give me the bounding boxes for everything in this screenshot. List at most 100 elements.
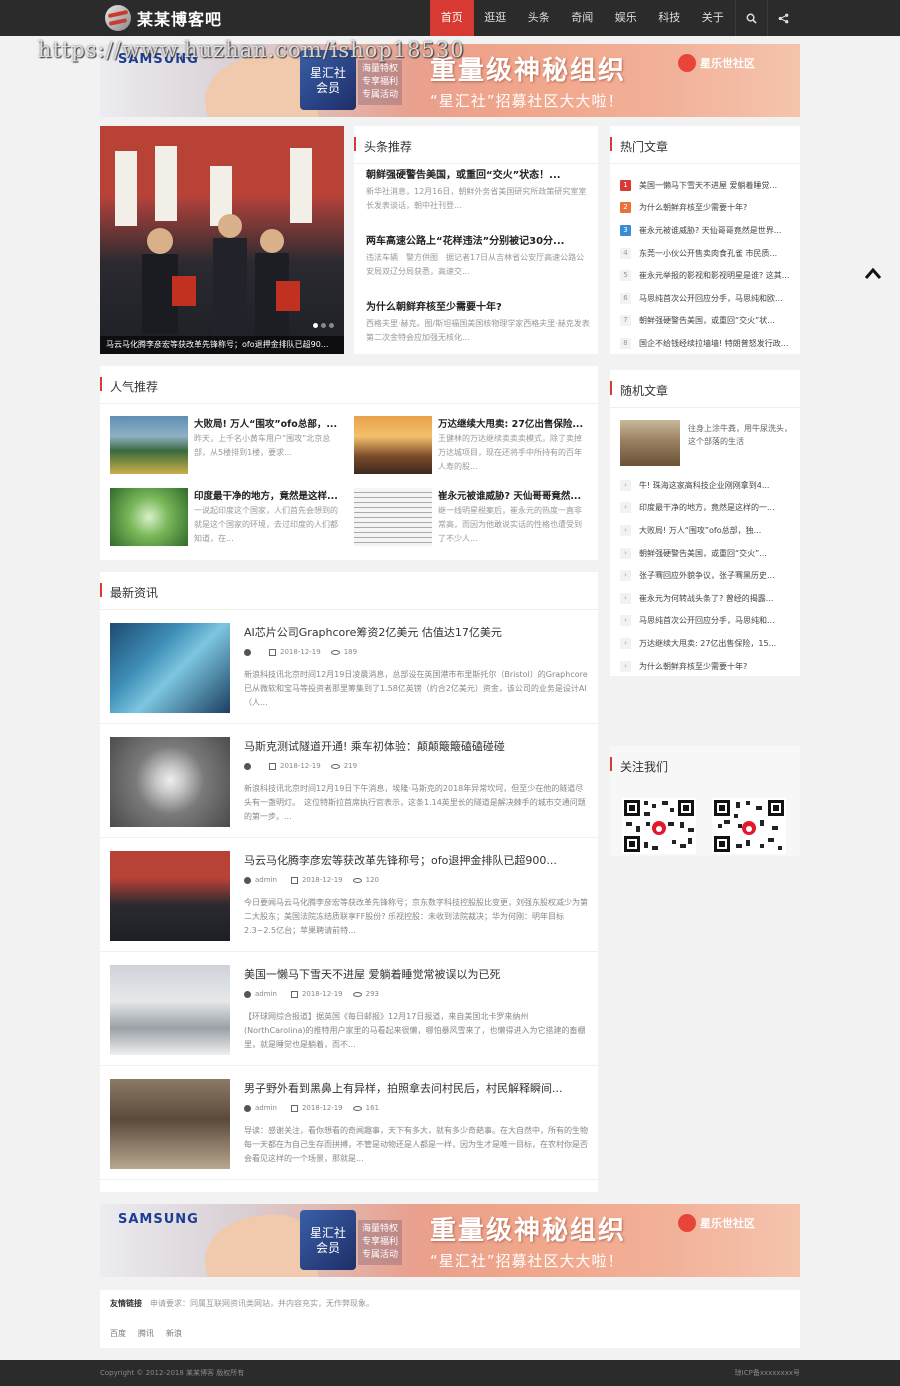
- slider-dot[interactable]: [321, 323, 326, 328]
- hot-list-item[interactable]: 3 崔永元被谁威胁? 天仙哥哥竟然是世界...: [620, 219, 794, 242]
- hot-list-item[interactable]: 5 崔永元举报的影视和影视明星是谁? 这其...: [620, 264, 794, 287]
- news-title[interactable]: 马斯克测试隧道开通! 乘车初体验：颠颠簸簸磕磕碰碰: [244, 738, 588, 754]
- news-title[interactable]: AI芯片公司Graphcore筹资2亿美元 估值达17亿美元: [244, 624, 588, 640]
- random-featured[interactable]: 往身上涂牛粪，用牛尿洗头，这个部落的生活: [620, 420, 794, 466]
- popular-thumb[interactable]: [110, 416, 188, 474]
- hot-item-title[interactable]: 为什么朝鲜弃核至少需要十年?: [639, 202, 794, 213]
- slider-dot[interactable]: [329, 323, 334, 328]
- random-list-item[interactable]: › 牛! 珠海这家高科技企业刚刚拿到4...: [620, 474, 794, 497]
- featured-slider[interactable]: 马云马化腾李彦宏等获改革先锋称号；ofo退押金排队已超90...: [100, 126, 344, 354]
- popular-item-title[interactable]: 大败局! 万人“围攻”ofo总部，...: [194, 416, 344, 430]
- friend-link[interactable]: 新浪: [166, 1328, 182, 1339]
- hot-item-title[interactable]: 美国一懒马下雪天不进屋 爱躺着睡觉...: [639, 180, 794, 191]
- popular-item[interactable]: 万达继续大甩卖: 27亿出售保险... 王健林的万达继续卖卖卖模式，除了卖掉万达…: [354, 416, 588, 476]
- random-item-title[interactable]: 印度最干净的地方，竟然是这样的一...: [639, 502, 794, 513]
- news-title[interactable]: 美国一懒马下雪天不进屋 爱躺着睡觉常被误以为已死: [244, 966, 588, 982]
- random-featured-thumb[interactable]: [620, 420, 680, 466]
- popular-item-title[interactable]: 万达继续大甩卖: 27亿出售保险...: [438, 416, 588, 430]
- search-button[interactable]: [734, 0, 767, 36]
- hot-item-title[interactable]: 国企不给钱经续拉墙墙! 特朗普怒发行政...: [639, 338, 794, 349]
- popular-item-title[interactable]: 印度最干净的地方，竟然是这样...: [194, 488, 344, 502]
- nav-item-browse[interactable]: 逛逛: [474, 0, 518, 36]
- news-thumb[interactable]: [110, 737, 230, 827]
- headline-item[interactable]: 为什么朝鲜弃核至少需要十年? 西格夫里·赫克。图/斯坦福国美国核物理学家西格夫里…: [366, 298, 590, 345]
- news-list-item[interactable]: 美国一懒马下雪天不进屋 爱躺着睡觉常被误以为已死 admin 2018-12-19 2…: [100, 952, 598, 1066]
- news-thumb[interactable]: [110, 623, 230, 713]
- hot-item-title[interactable]: 朝鲜强硬警告美国，或重回“交火”状...: [639, 315, 794, 326]
- news-list-item[interactable]: AI芯片公司Graphcore筹资2亿美元 估值达17亿美元 2018-12-19…: [100, 610, 598, 724]
- news-list-item[interactable]: 马斯克测试隧道开通! 乘车初体验：颠颠簸簸磕磕碰碰 2018-12-19 219 新浪…: [100, 724, 598, 838]
- news-summary: 今日要闻马云马化腾李彦宏等获改革先锋称号；京东数字科技控股股比变更，刘强东股权减…: [244, 898, 588, 935]
- news-list-item[interactable]: 马云马化腾李彦宏等获改革先锋称号；ofo退押金排队已超900... admin 20…: [100, 838, 598, 952]
- hot-list-item[interactable]: 6 马思纯首次公开回应分手，马思纯和欧...: [620, 287, 794, 310]
- hot-list-item[interactable]: 8 国企不给钱经续拉墙墙! 特朗普怒发行政...: [620, 332, 794, 355]
- random-item-title[interactable]: 为什么朝鲜弃核至少需要十年?: [639, 661, 794, 672]
- news-author[interactable]: admin: [255, 1104, 277, 1112]
- random-item-title[interactable]: 崔永元为何转战头条了? 曾经的揭露...: [639, 593, 794, 604]
- random-item-title[interactable]: 牛! 珠海这家高科技企业刚刚拿到4...: [639, 480, 794, 491]
- random-list-item[interactable]: › 万达继续大甩卖: 27亿出售保险，15...: [620, 632, 794, 655]
- qr-code-left[interactable]: [622, 798, 696, 854]
- headline-summary: 新华社消息，12月16日，朝鲜外务省美国研究所政策研究室室长发表谈话，朝中社刊登…: [366, 187, 587, 210]
- popular-item-title[interactable]: 崔永元被谁威胁? 天仙哥哥竟然...: [438, 488, 588, 502]
- random-featured-title[interactable]: 往身上涂牛粪，用牛尿洗头，这个部落的生活: [688, 422, 794, 462]
- random-item-title[interactable]: 马思纯首次公开回应分手，马思纯和...: [639, 615, 794, 626]
- hot-list-item[interactable]: 1 美国一懒马下雪天不进屋 爱躺着睡觉...: [620, 174, 794, 197]
- friend-link[interactable]: 腾讯: [138, 1328, 154, 1339]
- random-item-title[interactable]: 大败局! 万人“围攻”ofo总部，独...: [639, 525, 794, 536]
- nav-item-home[interactable]: 首页: [430, 0, 474, 36]
- headline-item[interactable]: 两车高速公路上“花样违法”分别被记30分... 违法车辆 警方供图 据记者17日…: [366, 232, 590, 279]
- popular-thumb[interactable]: [354, 488, 432, 546]
- hot-item-title[interactable]: 东莞一小伙公开售卖肉食孔雀 市民质...: [639, 248, 794, 259]
- random-item-title[interactable]: 张子骞回应外貌争议，张子骞黑历史...: [639, 570, 794, 581]
- news-title[interactable]: 男子野外看到黑鼻上有异样，拍照拿去问村民后，村民解释瞬间...: [244, 1080, 588, 1096]
- random-item-title[interactable]: 万达继续大甩卖: 27亿出售保险，15...: [639, 638, 794, 649]
- headline-title[interactable]: 两车高速公路上“花样违法”分别被记30分...: [366, 232, 590, 247]
- nav-item-headlines[interactable]: 头条: [517, 0, 561, 36]
- news-author[interactable]: admin: [255, 876, 277, 884]
- headline-title[interactable]: 为什么朝鲜弃核至少需要十年?: [366, 298, 590, 313]
- qr-code-right[interactable]: [712, 798, 786, 854]
- footer-icp[interactable]: 琼ICP备xxxxxxxx号: [735, 1368, 800, 1378]
- popular-thumb[interactable]: [354, 416, 432, 474]
- news-thumb[interactable]: [110, 851, 230, 941]
- popular-thumb[interactable]: [110, 488, 188, 546]
- news-thumb[interactable]: [110, 1079, 230, 1169]
- nav-item-oddities[interactable]: 奇闻: [561, 0, 605, 36]
- random-list-item[interactable]: › 马思纯首次公开回应分手，马思纯和...: [620, 610, 794, 633]
- random-item-title[interactable]: 朝鲜强硬警告美国，或重回“交火”...: [639, 548, 794, 559]
- site-logo[interactable]: 某某博客吧: [105, 4, 222, 32]
- hot-item-title[interactable]: 崔永元举报的影视和影视明星是谁? 这其...: [639, 270, 794, 281]
- random-list-item[interactable]: › 张子骞回应外貌争议，张子骞黑历史...: [620, 564, 794, 587]
- banner-card-line1: 星汇社: [309, 1226, 346, 1240]
- user-icon: [244, 762, 251, 770]
- bottom-ad-banner[interactable]: SAMSUNG 星汇社 会员 海量特权 专享福利 专属活动 重量级神秘组织 “星汇社”…: [100, 1204, 800, 1277]
- random-list-item[interactable]: › 印度最干净的地方，竟然是这样的一...: [620, 497, 794, 520]
- news-title[interactable]: 马云马化腾李彦宏等获改革先锋称号；ofo退押金排队已超900...: [244, 852, 588, 868]
- popular-item[interactable]: 崔永元被谁威胁? 天仙哥哥竟然... 继一线明星税案后，崔永元的热度一直非常高，…: [354, 488, 588, 548]
- friend-link[interactable]: 百度: [110, 1328, 126, 1339]
- random-list-item[interactable]: › 朝鲜强硬警告美国，或重回“交火”...: [620, 542, 794, 565]
- back-to-top-icon[interactable]: [864, 266, 882, 280]
- random-list-item[interactable]: › 崔永元为何转战头条了? 曾经的揭露...: [620, 587, 794, 610]
- random-list-item[interactable]: › 为什么朝鲜弃核至少需要十年?: [620, 655, 794, 678]
- hot-item-title[interactable]: 马思纯首次公开回应分手，马思纯和欧...: [639, 293, 794, 304]
- news-author[interactable]: admin: [255, 990, 277, 998]
- hot-list-item[interactable]: 4 东莞一小伙公开售卖肉食孔雀 市民质...: [620, 242, 794, 265]
- hot-list-item[interactable]: 2 为什么朝鲜弃核至少需要十年?: [620, 197, 794, 220]
- headline-item[interactable]: 朝鲜强硬警告美国，或重回“交火”状态！... 新华社消息，12月16日，朝鲜外务…: [366, 166, 590, 213]
- chevron-right-icon: ›: [620, 524, 631, 536]
- hot-list-item[interactable]: 7 朝鲜强硬警告美国，或重回“交火”状...: [620, 310, 794, 333]
- nav-item-entertainment[interactable]: 娱乐: [604, 0, 648, 36]
- headline-title[interactable]: 朝鲜强硬警告美国，或重回“交火”状态！...: [366, 166, 590, 181]
- slider-dot[interactable]: [313, 323, 318, 328]
- nav-item-about[interactable]: 关于: [691, 0, 735, 36]
- random-list-item[interactable]: › 大败局! 万人“围攻”ofo总部，独...: [620, 519, 794, 542]
- popular-item[interactable]: 印度最干净的地方，竟然是这样... 一说起印度这个国家，人们首先会想到的就是这个…: [110, 488, 344, 548]
- nav-item-tech[interactable]: 科技: [648, 0, 692, 36]
- popular-item[interactable]: 大败局! 万人“围攻”ofo总部，... 昨天，上千名小黄车用户“围攻”北京总部…: [110, 416, 344, 476]
- hot-item-title[interactable]: 崔永元被谁威胁? 天仙哥哥竟然是世界...: [639, 225, 794, 236]
- news-list-item[interactable]: 男子野外看到黑鼻上有异样，拍照拿去问村民后，村民解释瞬间... admin 2018…: [100, 1066, 598, 1180]
- share-button[interactable]: [766, 0, 799, 36]
- news-thumb[interactable]: [110, 965, 230, 1055]
